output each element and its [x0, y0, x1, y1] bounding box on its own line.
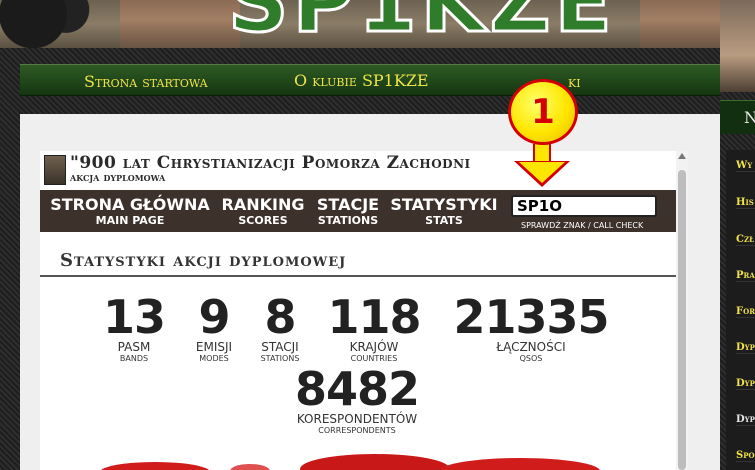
site-banner: SP1KZE: [0, 0, 755, 48]
world-map: [40, 448, 676, 470]
sidebar-item-5[interactable]: For: [736, 306, 755, 318]
award-nav-stations[interactable]: STACJE STATIONS: [313, 195, 383, 228]
award-nav-stats[interactable]: STATYSTYKI STATS: [388, 195, 500, 228]
award-nav-ranking[interactable]: RANKING SCORES: [218, 195, 308, 228]
stat-modes: 9 EMISJI MODES: [188, 293, 240, 364]
annotation-number-badge: 1: [508, 79, 578, 145]
award-nav-stats-sub: STATS: [425, 214, 463, 227]
call-check-caption: SPRAWDŹ ZNAK / CALL CHECK: [521, 221, 644, 230]
award-nav-ranking-sub: SCORES: [238, 214, 288, 227]
stat-countries-value: 118: [327, 290, 421, 344]
stat-stations-label: STACJI: [261, 340, 299, 354]
stat-bands-sub: BANDS: [119, 354, 149, 363]
banner-photo-right: [640, 0, 720, 48]
stat-qsos-sub: QSOS: [519, 354, 543, 363]
annotation-arrow-head-fill: [519, 162, 565, 183]
award-nav-main-page-label: STRONA GŁÓWNA: [50, 195, 210, 214]
stats-heading: Statystyki akcji dyplomowej: [60, 250, 347, 271]
map-region-greenland: [230, 464, 270, 470]
stat-modes-sub: MODES: [199, 354, 229, 363]
award-nav-stats-label: STATYSTYKI: [390, 195, 498, 214]
sidebar-item-1[interactable]: Wy: [736, 160, 755, 172]
scroll-up-arrow-icon[interactable]: [678, 153, 686, 159]
stat-modes-value: 9: [198, 290, 230, 344]
sidebar-heading: N: [720, 100, 755, 134]
stat-bands: 13 PASM BANDS: [98, 293, 170, 364]
call-check-input[interactable]: [511, 195, 657, 217]
banner-photo: [120, 0, 240, 48]
award-nav-main-page-sub: MAIN PAGE: [95, 214, 165, 227]
stat-qsos: 21335 ŁĄCZNOŚCI QSOS: [446, 293, 616, 364]
stat-correspondents-label: KORESPONDENTÓW: [296, 412, 418, 426]
stat-bands-value: 13: [102, 290, 166, 344]
nav-item-about[interactable]: O klubie SP1KZE: [294, 71, 429, 90]
award-nav-stations-label: STACJE: [316, 195, 380, 214]
stat-correspondents: 8482 KORESPONDENTÓW CORRESPONDENTS: [282, 365, 432, 436]
nav-item-links[interactable]: ki: [568, 72, 581, 91]
scrollbar-thumb[interactable]: [678, 170, 686, 470]
award-nav-stations-sub: STATIONS: [317, 214, 379, 227]
award-thumbnail: [44, 155, 66, 185]
stats-divider: [40, 275, 676, 277]
stat-stations-value: 8: [264, 290, 296, 344]
sidebar-item-8[interactable]: Dyp: [736, 414, 755, 426]
award-nav-ranking-label: RANKING: [221, 195, 305, 214]
stat-correspondents-value: 8482: [294, 362, 420, 416]
annotation-arrow: [533, 144, 551, 162]
map-region-asia: [440, 458, 600, 470]
map-region-americas: [100, 462, 210, 470]
sidebar-item-9[interactable]: Spo: [736, 450, 755, 462]
sidebar-item-2[interactable]: His: [736, 197, 755, 209]
award-subtitle: akcja dyplomowa: [70, 170, 166, 184]
award-nav-main-page[interactable]: STRONA GŁÓWNA MAIN PAGE: [47, 195, 213, 228]
nav-item-home[interactable]: Strona startowa: [84, 72, 208, 91]
map-region-eurasia: [300, 454, 450, 470]
stat-stations: 8 STACJI STATIONS: [252, 293, 308, 364]
stat-correspondents-sub: CORRESPONDENTS: [318, 426, 396, 435]
stat-qsos-value: 21335: [453, 290, 609, 344]
sidebar-photo: [720, 0, 755, 92]
banner-tree-image: [0, 0, 110, 48]
stat-countries: 118 KRAJÓW COUNTRIES: [320, 293, 428, 364]
stat-modes-label: EMISJI: [195, 340, 233, 354]
sidebar-item-3[interactable]: Czł: [736, 234, 755, 246]
sidebar-item-4[interactable]: Pra: [736, 270, 755, 282]
sidebar-item-7[interactable]: Dyp: [736, 378, 755, 390]
banner-logo: SP1KZE: [227, 0, 616, 46]
sidebar-item-6[interactable]: Dyp: [736, 342, 755, 354]
